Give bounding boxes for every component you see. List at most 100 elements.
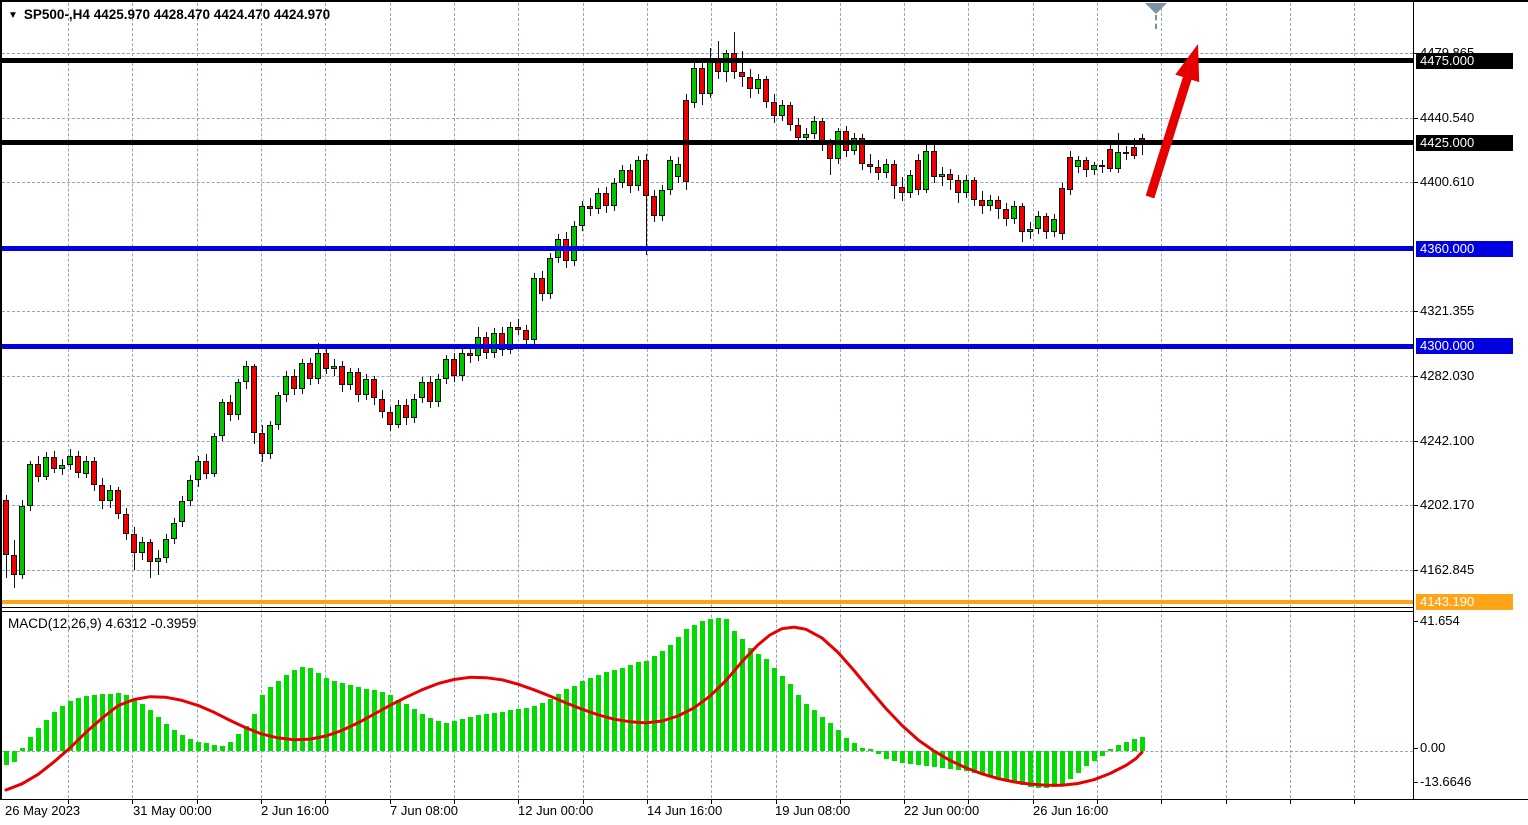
candle <box>339 366 345 386</box>
macd-histogram-bar <box>1140 737 1145 752</box>
price-level-label: 4475.000 <box>1416 53 1513 69</box>
candle <box>427 382 433 402</box>
macd-histogram-bar <box>732 631 737 751</box>
candle <box>1035 216 1041 229</box>
candle <box>787 105 793 125</box>
macd-histogram-bar <box>1060 751 1065 784</box>
vertical-gridline <box>1290 3 1291 798</box>
macd-histogram-bar <box>508 710 513 751</box>
macd-histogram-bar <box>908 751 913 764</box>
macd-histogram-bar <box>172 730 177 751</box>
candle <box>267 425 273 454</box>
time-axis-label: 26 May 2023 <box>5 803 80 818</box>
macd-histogram-bar <box>76 698 81 751</box>
macd-histogram-bar <box>20 748 25 751</box>
vertical-gridline <box>197 3 198 798</box>
macd-histogram-bar <box>276 681 281 751</box>
macd-histogram-bar <box>428 718 433 751</box>
macd-axis-label: 0.00 <box>1420 740 1445 755</box>
candle <box>571 226 577 262</box>
macd-histogram-bar <box>380 692 385 751</box>
macd-histogram-bar <box>876 751 881 754</box>
macd-histogram-bar <box>372 690 377 751</box>
candle <box>155 558 161 561</box>
candle <box>907 175 913 193</box>
macd-histogram-bar <box>900 751 905 763</box>
mt4-chart-window: 4475.0004425.0004360.0004300.0004143.190… <box>0 0 1528 825</box>
macd-histogram-bar <box>60 706 65 751</box>
time-axis-label: 31 May 00:00 <box>133 803 212 818</box>
candle <box>739 72 745 77</box>
candle <box>139 542 145 553</box>
candle <box>323 353 329 369</box>
vertical-gridline <box>840 3 841 798</box>
macd-zero-gridline <box>2 751 1413 752</box>
candle <box>547 258 553 294</box>
candle <box>1107 149 1113 169</box>
candle <box>1003 209 1009 219</box>
candle <box>395 405 401 425</box>
candle <box>107 490 113 501</box>
macd-histogram-bar <box>988 751 993 777</box>
price-level-line[interactable] <box>2 246 1413 251</box>
symbol-dropdown-icon[interactable]: ▼ <box>8 10 18 21</box>
candle <box>1123 152 1129 154</box>
candle <box>1051 219 1057 232</box>
macd-histogram-bar <box>924 751 929 766</box>
price-level-line[interactable] <box>2 58 1413 63</box>
candle <box>699 68 705 94</box>
chart-shift-marker-icon[interactable] <box>1145 3 1167 14</box>
macd-histogram-bar <box>140 704 145 751</box>
panel-separator-lower <box>0 611 1414 612</box>
frame-left <box>0 0 2 800</box>
candle <box>827 144 833 159</box>
candle <box>131 534 137 554</box>
candle <box>899 187 905 194</box>
candle <box>771 102 777 117</box>
macd-histogram-bar <box>996 751 1001 779</box>
macd-histogram-bar <box>364 689 369 751</box>
chart-shift-dash <box>1155 15 1157 29</box>
candle <box>235 382 241 415</box>
macd-histogram-bar <box>28 737 33 751</box>
macd-histogram-bar <box>292 670 297 751</box>
price-level-line[interactable] <box>2 600 1413 604</box>
macd-histogram-bar <box>612 670 617 751</box>
macd-histogram-bar <box>748 648 753 751</box>
vertical-gridline <box>1097 3 1098 798</box>
price-level-line[interactable] <box>2 140 1413 145</box>
candle <box>467 353 473 356</box>
macd-histogram-bar <box>1108 749 1113 751</box>
macd-histogram-bar <box>540 703 545 751</box>
candle <box>939 174 945 177</box>
vertical-gridline <box>583 3 584 798</box>
price-level-line[interactable] <box>2 344 1413 349</box>
macd-histogram-bar <box>588 678 593 751</box>
candle <box>187 480 193 501</box>
candle <box>331 366 337 369</box>
macd-histogram-bar <box>692 625 697 751</box>
macd-histogram-bar <box>1076 751 1081 773</box>
candle-wick <box>158 550 159 575</box>
candle <box>755 79 761 89</box>
candle <box>299 363 305 389</box>
candle <box>987 200 993 207</box>
macd-histogram-bar <box>124 695 129 751</box>
candle <box>803 134 809 137</box>
candle <box>779 105 785 116</box>
candle <box>1059 188 1065 234</box>
macd-histogram-bar <box>68 701 73 751</box>
candle <box>595 193 601 209</box>
macd-histogram-bar <box>404 704 409 751</box>
frame-bottom <box>0 799 1528 800</box>
macd-indicator-label: MACD(12,26,9) 4.6312 -0.3959 <box>8 616 196 631</box>
price-axis-label: 4282.030 <box>1420 368 1474 383</box>
candle <box>11 555 17 575</box>
macd-histogram-bar <box>548 699 553 751</box>
candle <box>1067 157 1073 190</box>
candle <box>931 151 937 177</box>
macd-histogram-bar <box>772 668 777 751</box>
macd-histogram-bar <box>684 629 689 751</box>
macd-histogram-bar <box>788 684 793 751</box>
macd-histogram-bar <box>740 639 745 751</box>
